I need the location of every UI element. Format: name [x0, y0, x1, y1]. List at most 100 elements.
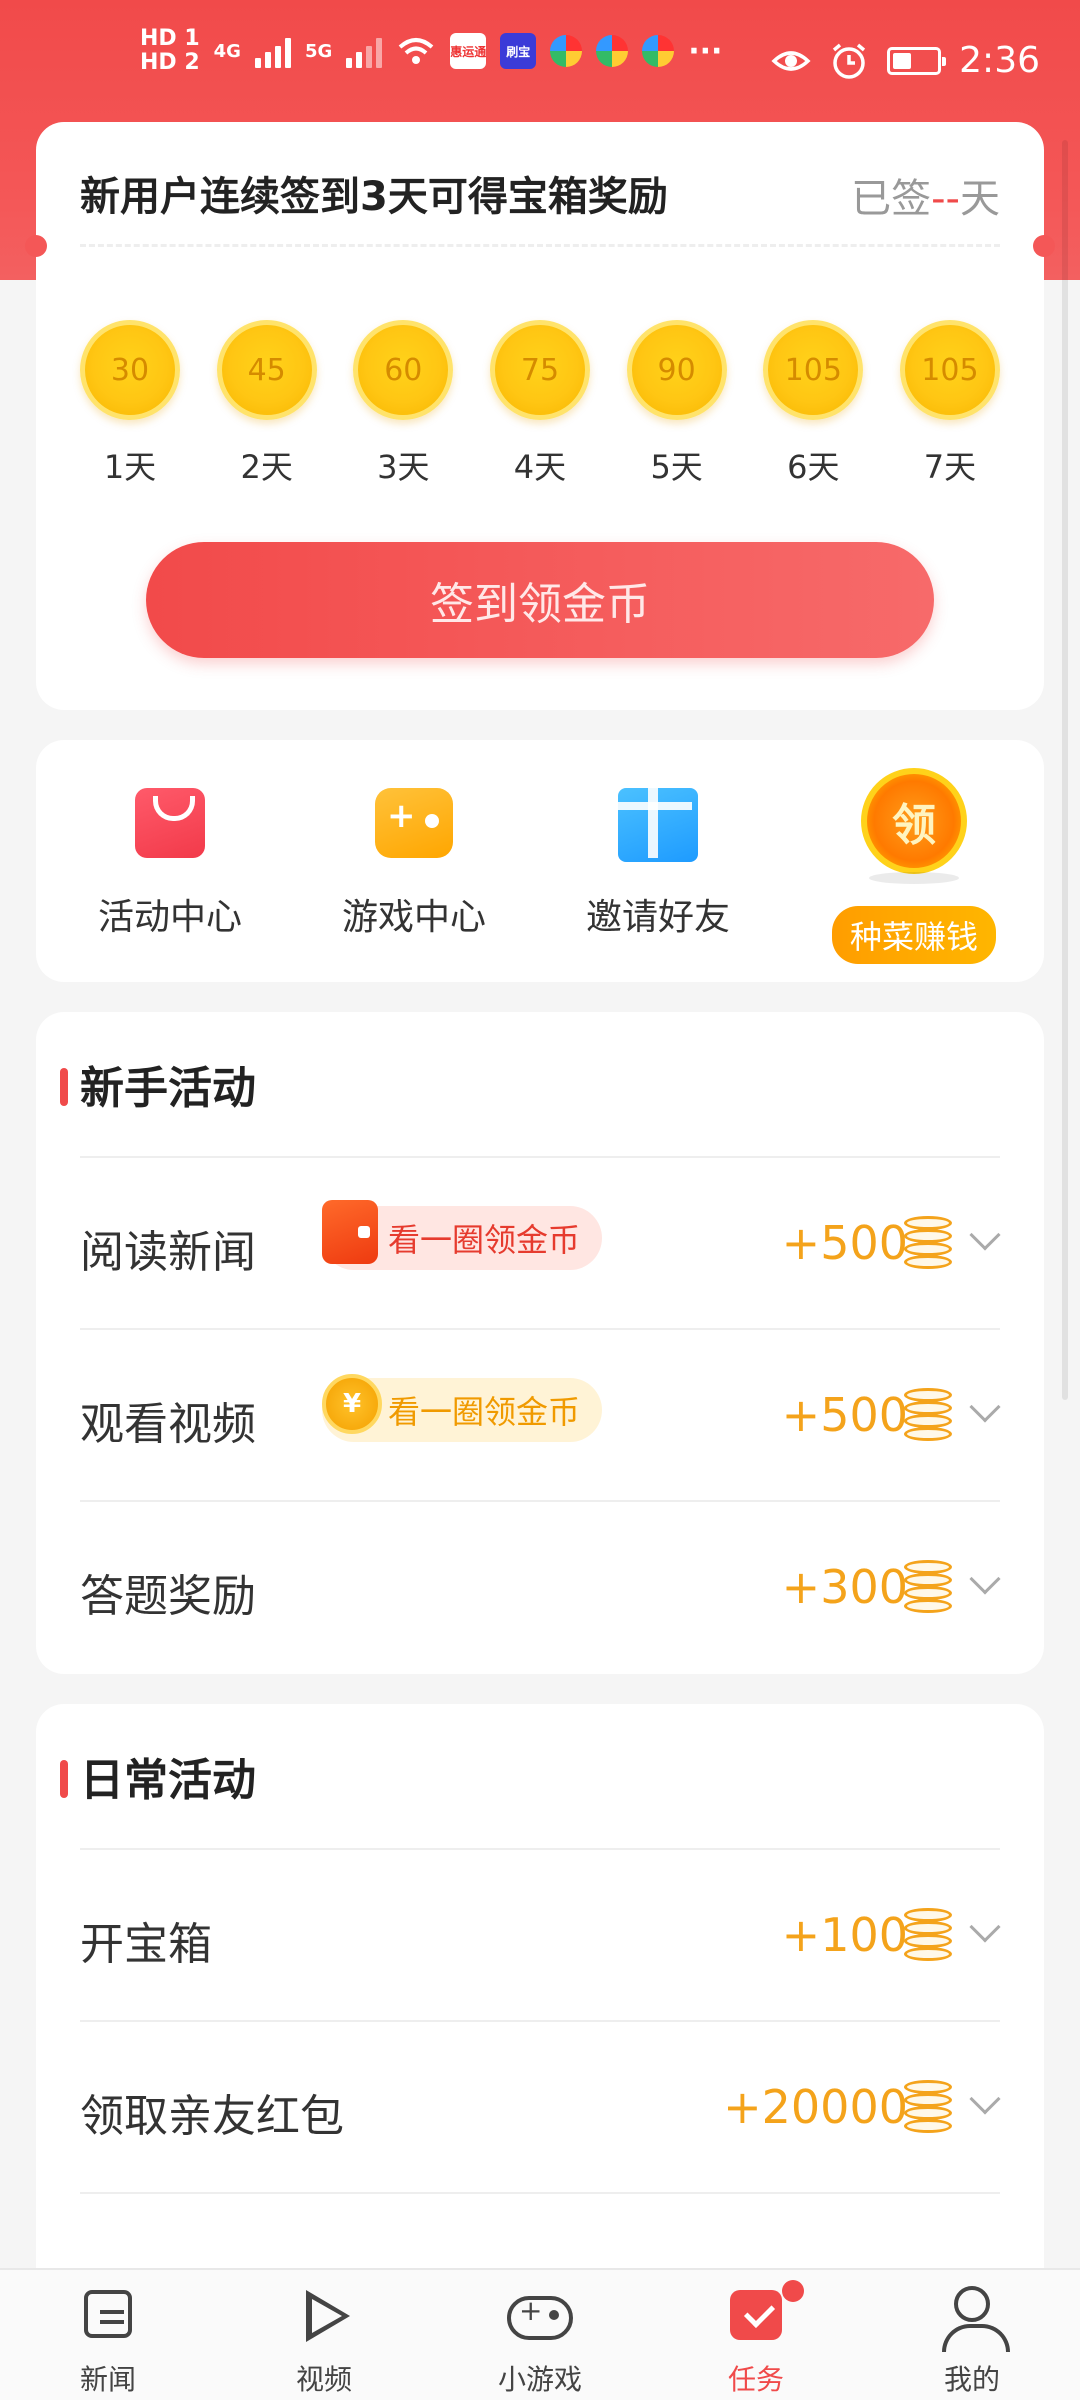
task-reward: +100	[781, 1908, 908, 1962]
eye-icon	[771, 50, 811, 71]
news-icon	[84, 2290, 132, 2338]
nav-tab-tasks[interactable]: 任务	[648, 2270, 864, 2400]
notification-dot	[782, 2280, 804, 2302]
task-row-red-packet[interactable]: 领取亲友红包 +20000	[80, 2020, 1001, 2192]
shortcut-game-center[interactable]: 游戏中心	[294, 740, 534, 982]
section-accent-bar	[60, 1068, 68, 1106]
farm-earn-badge: 种菜赚钱	[831, 906, 996, 964]
coin-stack-icon	[904, 1908, 952, 1961]
shopping-bag-icon	[135, 788, 205, 858]
nav-tab-video[interactable]: 视频	[216, 2270, 432, 2400]
signin-title: 新用户连续签到3天可得宝箱奖励	[80, 174, 668, 220]
status-left: HD 1 HD 2 4G 5G 惠运通 刷宝 ···	[140, 28, 722, 74]
section-title: 新手活动	[80, 1063, 256, 1114]
day-label: 7天	[923, 448, 977, 486]
gamepad-icon	[375, 788, 453, 858]
coin-icon: 105	[899, 320, 1000, 420]
task-promo-tag: ¥ 看一圈领金币	[322, 1374, 603, 1442]
status-bar: HD 1 HD 2 4G 5G 惠运通 刷宝 ··· 2:36	[0, 0, 1080, 120]
nav-tab-news[interactable]: 新闻	[0, 2270, 216, 2400]
day-label: 1天	[103, 448, 157, 486]
app-notification-icon: 刷宝	[500, 33, 537, 69]
day-label: 6天	[787, 448, 840, 486]
alarm-icon	[833, 43, 866, 79]
task-row-read-news[interactable]: 阅读新闻 看一圈领金币 +500	[80, 1156, 1001, 1328]
chevron-down-icon[interactable]	[969, 2083, 1001, 2115]
day-label: 4天	[513, 448, 567, 486]
task-label: 开宝箱	[80, 1919, 212, 1970]
task-label: 领取亲友红包	[80, 2091, 344, 2142]
task-promo-text: 看一圈领金币	[388, 1393, 581, 1431]
day-label: 2天	[240, 448, 293, 486]
app-notification-icon: 惠运通	[450, 33, 486, 69]
app-notification-icon	[642, 35, 675, 67]
novice-activities-card: 新手活动 阅读新闻 看一圈领金币 +500 观看视频 ¥ 看一圈领金币 +500…	[36, 1012, 1044, 1674]
task-reward: +500	[781, 1216, 908, 1270]
shortcut-label: 游戏中心	[341, 897, 486, 938]
task-label: 阅读新闻	[80, 1227, 256, 1278]
section-title: 日常活动	[80, 1755, 256, 1806]
shortcut-invite-friends[interactable]: 邀请好友	[538, 740, 778, 982]
gamepad-icon	[507, 2294, 573, 2340]
section-accent-bar	[60, 1760, 68, 1798]
coin-icon: 75	[489, 320, 590, 420]
coin-icon: 90	[626, 320, 727, 420]
network-5g-label: 5G	[304, 40, 333, 62]
calendar-check-icon	[730, 2290, 782, 2340]
chevron-down-icon[interactable]	[969, 1219, 1001, 1251]
network-4g-label: 4G	[213, 40, 241, 62]
hd-indicators: HD 1 HD 2	[140, 28, 200, 74]
signal-icon	[346, 34, 383, 68]
user-icon	[942, 2286, 1010, 2352]
task-row-watch-video[interactable]: 观看视频 ¥ 看一圈领金币 +500	[80, 1328, 1001, 1500]
signin-day: 30 1天	[80, 320, 180, 488]
task-label: 答题奖励	[80, 1571, 256, 1622]
signin-status-prefix: 已签	[851, 176, 932, 222]
battery-icon	[887, 46, 947, 75]
scrollbar[interactable]	[1062, 140, 1068, 1400]
day-label: 3天	[377, 448, 430, 486]
wifi-icon	[398, 38, 434, 64]
shortcut-label: 邀请好友	[585, 897, 730, 938]
shortcut-card: 活动中心 游戏中心 邀请好友 领 种菜赚钱	[36, 740, 1044, 982]
shortcut-label: 活动中心	[97, 897, 242, 938]
nav-tab-mini-games[interactable]: 小游戏	[432, 2270, 648, 2400]
signin-day: 105 6天	[763, 320, 864, 488]
signin-claim-button[interactable]: 签到领金币	[146, 542, 934, 658]
coin-icon: 45	[216, 320, 317, 420]
nav-tab-me[interactable]: 我的	[864, 2270, 1080, 2400]
wallet-icon	[322, 1200, 378, 1264]
task-reward: +20000	[723, 2080, 908, 2134]
chevron-down-icon[interactable]	[969, 1563, 1001, 1595]
more-notifications-icon: ···	[688, 33, 723, 69]
gift-icon	[614, 788, 698, 862]
signin-day: 60 3天	[353, 320, 454, 488]
card-notch	[1033, 235, 1055, 257]
chevron-down-icon[interactable]	[969, 1391, 1001, 1423]
status-right: 2:36	[771, 40, 1040, 81]
claim-coin-icon: 领	[861, 768, 967, 874]
task-promo-tag: 看一圈领金币	[322, 1200, 603, 1270]
coin-icon: 105	[763, 320, 864, 420]
signal-icon	[254, 34, 291, 68]
shortcut-farm-earn[interactable]: 领 种菜赚钱	[794, 740, 1034, 982]
task-row-open-chest[interactable]: 开宝箱 +100	[80, 1848, 1001, 2020]
signin-day-count: --	[931, 176, 960, 222]
signin-status-suffix: 天	[960, 176, 1000, 222]
yuan-coin-icon: ¥	[322, 1374, 382, 1434]
nav-label: 视频	[295, 2363, 352, 2396]
task-reward: +300	[781, 1560, 908, 1614]
coin-stack-icon	[904, 1388, 952, 1441]
task-row-quiz[interactable]: 答题奖励 +300	[80, 1500, 1001, 1672]
card-notch	[25, 235, 47, 257]
nav-label: 我的	[943, 2363, 1000, 2396]
chevron-down-icon[interactable]	[969, 1911, 1001, 1943]
signin-day: 45 2天	[216, 320, 317, 488]
task-label: 观看视频	[80, 1399, 256, 1450]
hd1-tag: HD 1	[140, 26, 200, 51]
day-label: 5天	[650, 448, 703, 486]
app-notification-icon	[550, 35, 583, 67]
shortcut-activity-center[interactable]: 活动中心	[50, 740, 290, 982]
app-notification-icon	[596, 35, 629, 67]
coin-stack-icon	[904, 1216, 952, 1269]
